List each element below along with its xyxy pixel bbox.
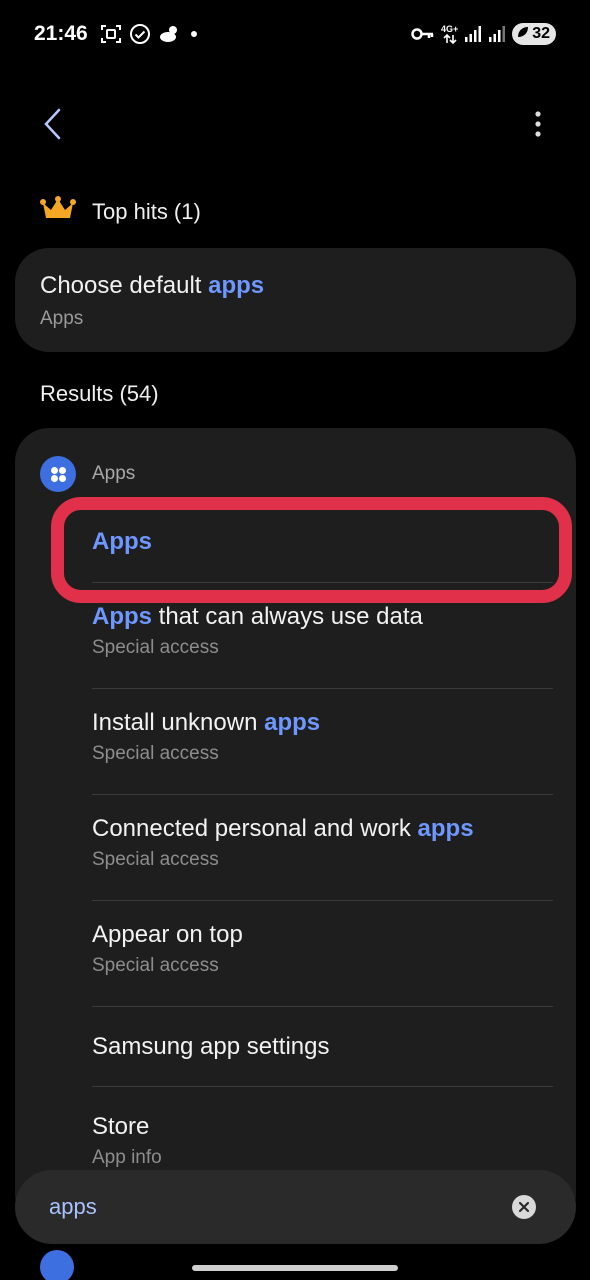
list-item[interactable]: Appear on top Special access: [92, 901, 553, 1007]
top-hits-header: Top hits (1): [40, 196, 201, 227]
battery-saver-icon: [516, 25, 530, 44]
apps-grid-icon: [40, 456, 76, 492]
weather-icon: [158, 23, 182, 45]
signal-icon: [464, 25, 482, 43]
list-item[interactable]: Install unknown apps Special access: [92, 689, 553, 795]
back-button[interactable]: [30, 102, 74, 146]
status-bar: 21:46 4G+ 32: [0, 0, 590, 70]
top-hit-title: Choose default apps: [40, 272, 265, 299]
battery-level: 32: [532, 25, 550, 42]
vpn-key-icon: [411, 26, 435, 42]
signal-icon: [488, 25, 506, 43]
chevron-left-icon: [44, 108, 61, 140]
network-type-label: 4G+: [440, 23, 459, 34]
results-group-label: Apps: [92, 463, 136, 484]
data-arrows-icon: 4G+: [440, 23, 459, 44]
check-circle-icon: [129, 23, 151, 45]
top-hit-subtitle: Apps: [40, 308, 84, 329]
top-hits-label: Top hits (1): [92, 198, 201, 224]
close-icon: [518, 1201, 530, 1213]
clear-search-button[interactable]: [512, 1195, 536, 1219]
screenshot-icon: [100, 23, 122, 45]
status-clock: 21:46: [34, 22, 88, 45]
dot-icon: [189, 23, 199, 45]
annotation-highlight-box: [51, 497, 572, 603]
battery-indicator: 32: [512, 23, 556, 45]
results-list: Apps Apps that can always use data Speci…: [92, 500, 553, 1187]
results-group-header: Apps: [40, 456, 135, 492]
more-options-button[interactable]: [516, 102, 560, 146]
search-input[interactable]: [49, 1194, 449, 1220]
search-bar[interactable]: [15, 1170, 576, 1244]
navigation-handle[interactable]: [192, 1265, 398, 1271]
list-item[interactable]: Connected personal and work apps Special…: [92, 795, 553, 901]
top-hit-item[interactable]: Choose default apps Apps: [15, 248, 576, 352]
partial-result-icon: [40, 1250, 74, 1280]
more-vertical-icon: [535, 111, 541, 137]
list-item[interactable]: Samsung app settings: [92, 1007, 553, 1087]
results-header: Results (54): [40, 381, 159, 406]
crown-icon: [40, 196, 76, 227]
